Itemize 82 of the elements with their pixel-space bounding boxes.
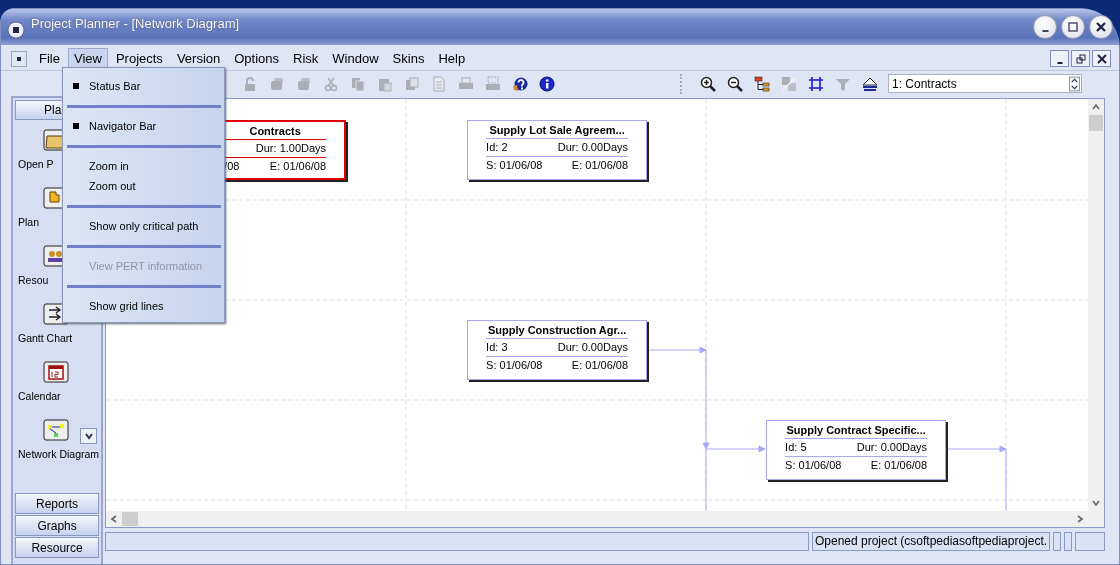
navigator-item[interactable]: Open P: [18, 158, 54, 170]
menu-item[interactable]: Options: [228, 48, 286, 69]
hierarchy-icon[interactable]: [754, 75, 770, 92]
system-menu-icon[interactable]: [7, 21, 25, 39]
task-duration: Dur: 0.00Days: [557, 141, 629, 153]
scroll-thumb[interactable]: [122, 512, 139, 526]
task-start-date: S: 01/06/08: [486, 359, 543, 371]
navigator-item[interactable]: Resou: [18, 274, 49, 286]
menu-item[interactable]: File: [33, 48, 66, 69]
close-icon: [1096, 53, 1107, 64]
close-button[interactable]: [1092, 50, 1111, 67]
vertical-scrollbar[interactable]: [1088, 99, 1105, 511]
check-mark-icon: [73, 83, 79, 89]
menu-option[interactable]: Status Bar: [63, 76, 224, 96]
spinner-icon: [1069, 75, 1080, 92]
task-duration: Dur: 0.00Days: [856, 441, 928, 453]
navigator-section-button[interactable]: Graphs: [15, 515, 100, 536]
restore-button[interactable]: [1071, 50, 1090, 67]
menu-item[interactable]: Risk: [287, 48, 325, 69]
task-end-date: E: 01/06/08: [269, 160, 327, 172]
task-select[interactable]: 1: Contracts: [888, 74, 1082, 93]
task-id: Id: 2: [486, 141, 508, 153]
status-panel: [1064, 532, 1073, 551]
close-button[interactable]: [1089, 15, 1113, 39]
scroll-right-icon: [1075, 514, 1086, 524]
scroll-thumb[interactable]: [1089, 115, 1104, 131]
chevron-down-icon: [83, 431, 94, 441]
menu-item[interactable]: Skins: [386, 48, 431, 69]
status-panel: [1075, 532, 1106, 551]
maximize-icon: [1067, 21, 1079, 33]
zoom-in-icon[interactable]: [700, 75, 716, 92]
menu-item[interactable]: Window: [326, 48, 385, 69]
minimize-button[interactable]: [1050, 50, 1069, 67]
minimize-icon: [1056, 61, 1063, 64]
task-title: Supply Contract Specific...: [785, 423, 928, 439]
task-node[interactable]: Supply Lot Sale Agreem... Id: 2 Dur: 0.00Days S: 01/06/08 E: 01/06/08: [467, 120, 648, 180]
navigator-item[interactable]: Calendar: [18, 390, 61, 402]
navigator-item[interactable]: Network Diagram: [18, 448, 100, 460]
navigator-section-button[interactable]: Reports: [15, 493, 100, 514]
menu-option[interactable]: Show only critical path: [63, 216, 224, 236]
info-icon[interactable]: [539, 75, 555, 92]
menu-option[interactable]: Show grid lines: [63, 296, 224, 316]
horizontal-scrollbar[interactable]: [106, 511, 1105, 527]
restore-icon: [1075, 53, 1086, 64]
task-end-date: E: 01/06/08: [571, 359, 629, 371]
document-menu-icon[interactable]: [11, 50, 27, 67]
task-end-date: E: 01/06/08: [571, 159, 629, 171]
task-duration: Dur: 0.00Days: [557, 341, 629, 353]
status-panel: [1053, 532, 1062, 551]
task-start-date: S: 01/06/08: [486, 159, 543, 171]
menu-item[interactable]: Projects: [109, 48, 169, 69]
menu-item[interactable]: Version: [170, 48, 227, 69]
task-node[interactable]: Supply Construction Agr... Id: 3 Dur: 0.00Days S: 01/06/08 E: 01/06/08: [467, 320, 648, 380]
task-duration: Dur: 1.00Days: [255, 142, 327, 154]
menu-item[interactable]: View: [67, 48, 108, 69]
help-icon[interactable]: [512, 75, 528, 92]
task-title: Supply Construction Agr...: [486, 323, 629, 339]
status-message: Opened project (csoftpediasoftpediaproject.: [811, 532, 1051, 551]
navigator-item[interactable]: Plan: [18, 216, 39, 228]
task-id: Id: 5: [785, 441, 807, 453]
toolbar-grip: [680, 73, 685, 94]
check-mark-icon: [73, 123, 79, 129]
minimize-icon: [1041, 30, 1049, 32]
navigator-section-button[interactable]: Resource: [15, 537, 100, 558]
task-id: Id: 3: [486, 341, 508, 353]
grid-icon[interactable]: [808, 75, 824, 92]
task-start-date: /08: [224, 160, 240, 172]
navigator-item[interactable]: Gantt Chart: [18, 332, 73, 344]
task-start-date: S: 01/06/08: [785, 459, 842, 471]
task-title: Supply Lot Sale Agreem...: [486, 123, 629, 139]
move-up-icon[interactable]: [862, 75, 878, 92]
scroll-down-button[interactable]: [80, 428, 98, 444]
close-icon: [1095, 21, 1107, 33]
scroll-down-icon: [1091, 498, 1102, 508]
task-end-date: E: 01/06/08: [870, 459, 928, 471]
window-title: Project Planner - [Network Diagram]: [31, 15, 240, 31]
maximize-button[interactable]: [1061, 15, 1085, 39]
scroll-up-icon: [1091, 102, 1102, 112]
menu-item[interactable]: Help: [432, 48, 472, 69]
connector-line: [946, 445, 1007, 511]
zoom-out-icon[interactable]: [727, 75, 743, 92]
task-node[interactable]: Supply Contract Specific... Id: 5 Dur: 0.00Days S: 01/06/08 E: 01/06/08: [766, 420, 947, 480]
